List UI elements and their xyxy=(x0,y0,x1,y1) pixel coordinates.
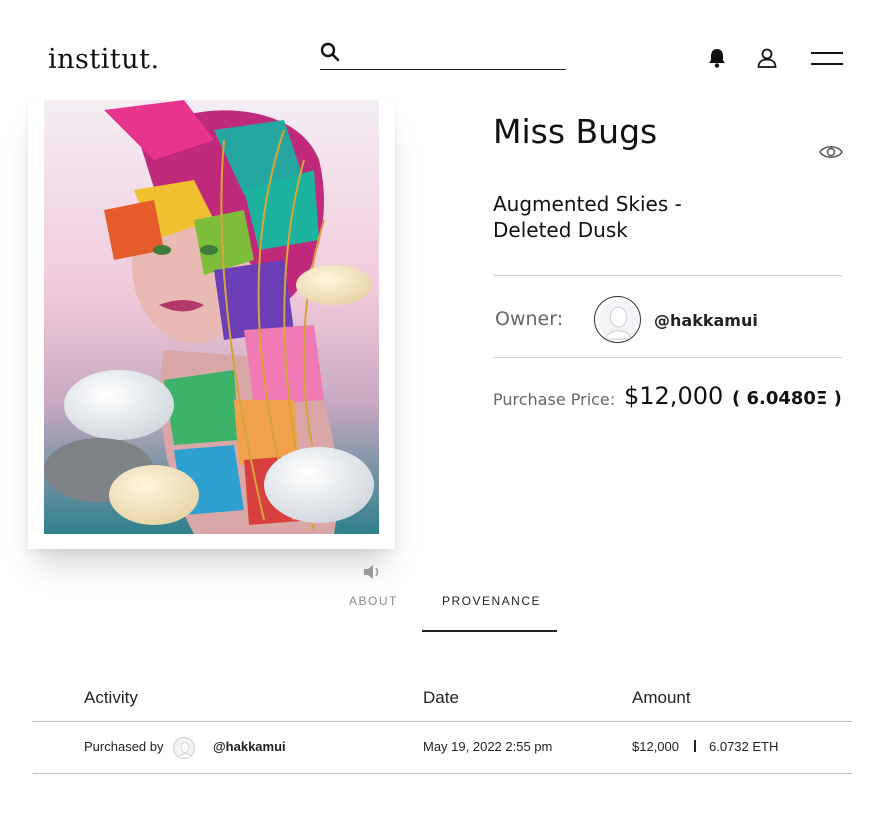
artwork-subtitle: Augmented Skies - Deleted Dusk xyxy=(493,192,682,242)
tab-about[interactable]: ABOUT xyxy=(349,594,398,608)
eye-icon[interactable] xyxy=(819,143,843,161)
owner-handle[interactable]: @hakkamui xyxy=(654,311,758,330)
active-tab-indicator xyxy=(422,630,557,632)
tab-provenance[interactable]: PROVENANCE xyxy=(442,594,541,608)
speaker-icon[interactable] xyxy=(362,563,382,581)
artwork-image[interactable] xyxy=(44,100,379,534)
user-icon[interactable] xyxy=(755,46,779,70)
owner-avatar[interactable] xyxy=(594,296,641,343)
column-header-date: Date xyxy=(423,688,459,707)
search-icon[interactable] xyxy=(320,42,340,62)
search-input[interactable] xyxy=(348,40,564,68)
row-avatar[interactable] xyxy=(173,737,195,759)
row-amount-usd: $12,000 xyxy=(632,739,679,754)
menu-icon[interactable] xyxy=(810,50,844,68)
row-activity: Purchased by xyxy=(84,739,164,754)
divider xyxy=(493,275,842,276)
row-amount-eth: 6.0732 ETH xyxy=(709,739,779,754)
amount-separator xyxy=(694,740,696,752)
table-divider xyxy=(33,721,852,722)
row-handle[interactable]: @hakkamui xyxy=(213,739,286,754)
column-header-amount: Amount xyxy=(632,688,691,707)
search-bar[interactable] xyxy=(320,40,566,70)
price-usd: $12,000 xyxy=(624,382,724,410)
logo[interactable]: institut. xyxy=(48,44,160,75)
column-header-activity: Activity xyxy=(84,688,138,707)
table-divider xyxy=(33,773,852,774)
bell-icon[interactable] xyxy=(705,46,729,70)
price-label: Purchase Price: xyxy=(493,390,616,409)
artwork-card[interactable] xyxy=(28,100,395,549)
artwork-title: Miss Bugs xyxy=(493,112,658,151)
price-eth: ( 6.0480Ξ ) xyxy=(732,388,842,409)
owner-label: Owner: xyxy=(495,308,564,330)
row-date: May 19, 2022 2:55 pm xyxy=(423,739,553,754)
divider xyxy=(493,357,842,358)
